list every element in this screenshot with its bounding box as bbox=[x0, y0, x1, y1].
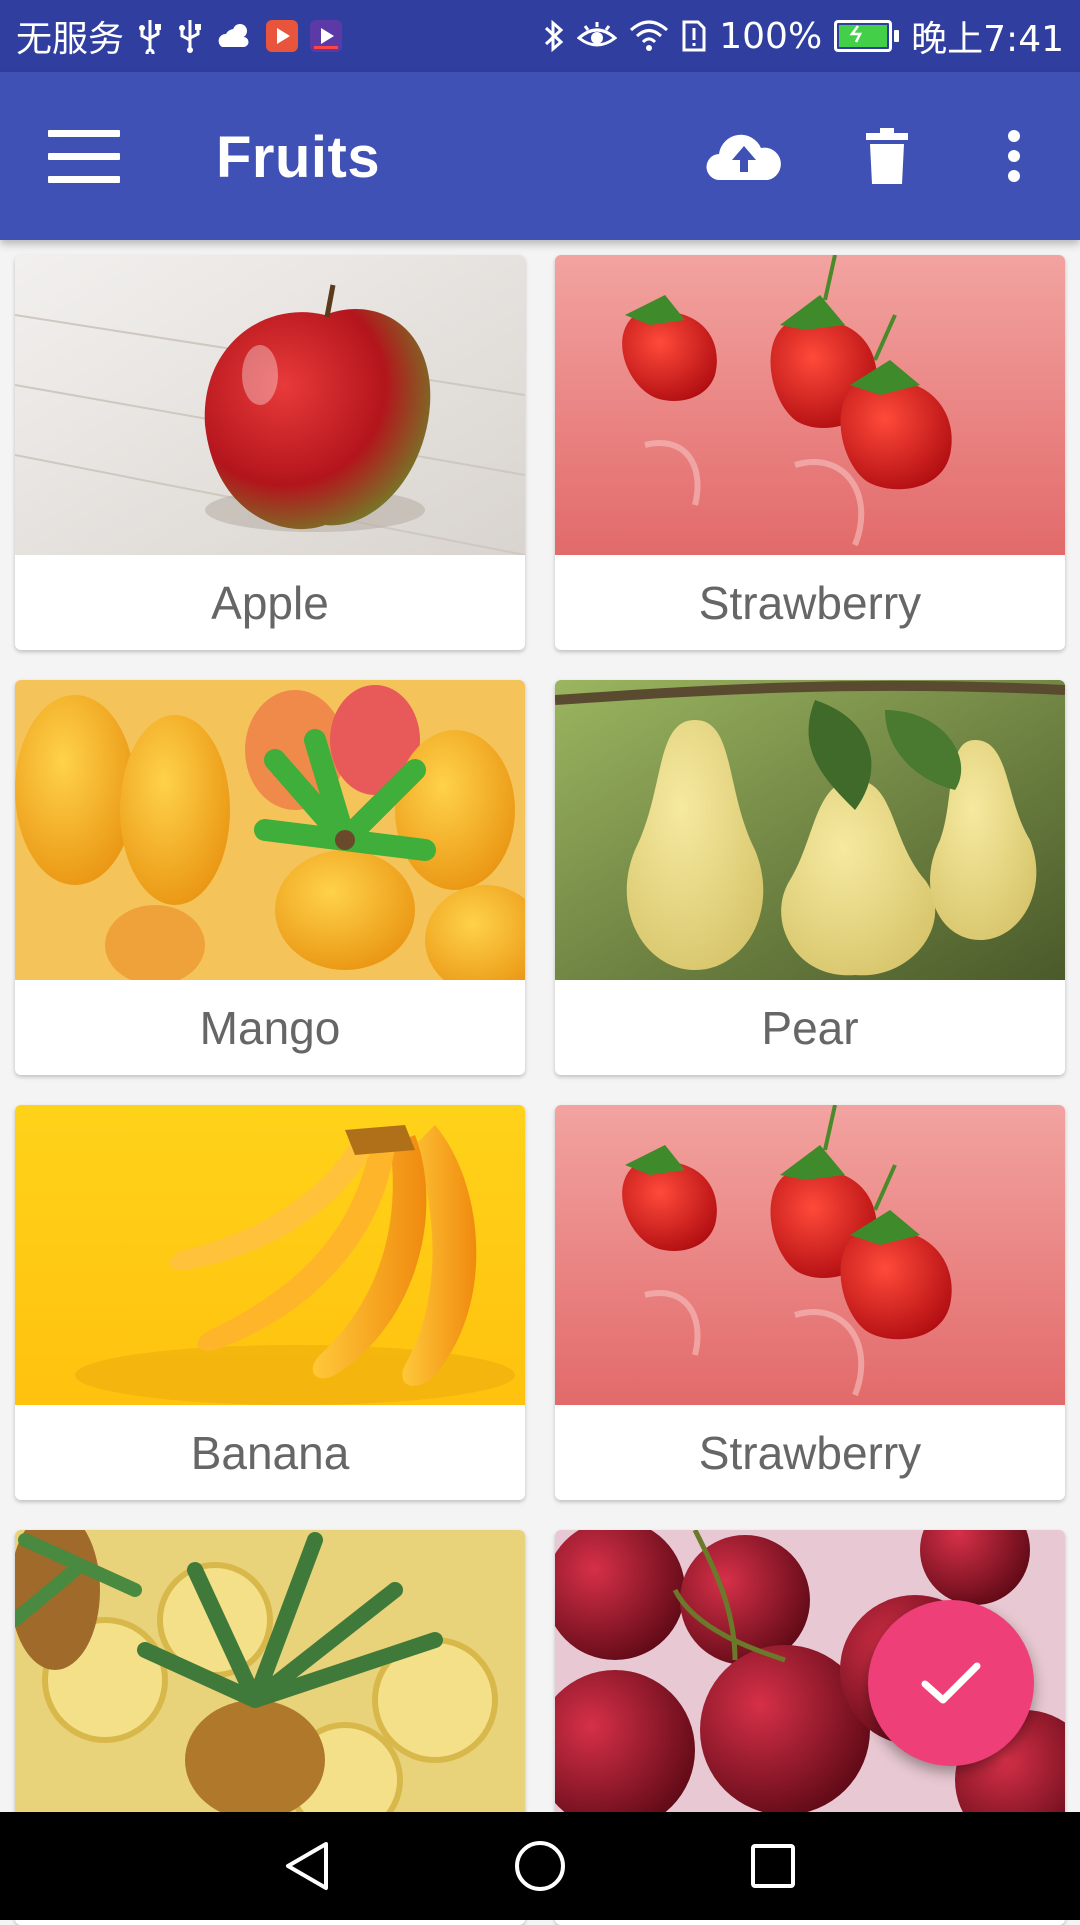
fruit-card-mango[interactable]: Mango bbox=[15, 680, 525, 1075]
weather-icon bbox=[216, 21, 254, 51]
status-bar-right: 100% 晚上7:41 bbox=[543, 10, 1064, 62]
usb-icon bbox=[176, 18, 204, 54]
bluetooth-icon bbox=[543, 18, 565, 54]
pineapple-image bbox=[15, 1530, 525, 1830]
page-title: Fruits bbox=[216, 125, 381, 190]
cloud-upload-icon[interactable] bbox=[700, 116, 788, 196]
check-icon bbox=[921, 1662, 981, 1704]
mango-image bbox=[15, 680, 525, 980]
fruit-label: Apple bbox=[211, 576, 329, 629]
usb-icon bbox=[136, 18, 164, 54]
menu-icon[interactable] bbox=[48, 130, 120, 183]
fruit-label: Mango bbox=[199, 1001, 341, 1054]
recents-icon[interactable] bbox=[738, 1831, 808, 1901]
banana-image bbox=[15, 1105, 525, 1405]
sim-error-icon bbox=[681, 19, 707, 53]
strawberry-image bbox=[555, 1105, 1065, 1405]
delete-icon[interactable] bbox=[860, 116, 914, 196]
app-bar: Fruits bbox=[0, 72, 1080, 240]
status-bar-left: 无服务 bbox=[16, 10, 343, 62]
apple-image bbox=[15, 255, 525, 555]
media-app-icon bbox=[310, 20, 343, 52]
status-bar: 无服务 100% 晚上7:41 bbox=[0, 0, 1080, 72]
battery-charging-icon bbox=[834, 20, 900, 52]
wifi-icon bbox=[629, 20, 669, 52]
strawberry-image bbox=[555, 255, 1065, 555]
battery-percent: 100% bbox=[719, 15, 823, 57]
clock-time: 晚上7:41 bbox=[911, 19, 1064, 60]
fruit-label: Strawberry bbox=[698, 576, 922, 629]
fruit-card-strawberry[interactable]: Strawberry bbox=[555, 1105, 1065, 1500]
back-icon[interactable] bbox=[272, 1831, 342, 1901]
fruit-card-apple[interactable]: Apple bbox=[15, 255, 525, 650]
pear-image bbox=[555, 680, 1065, 980]
navigation-bar bbox=[0, 1812, 1080, 1920]
eye-comfort-icon bbox=[577, 20, 618, 52]
video-app-icon bbox=[266, 20, 299, 52]
fruit-label: Banana bbox=[190, 1426, 350, 1479]
more-vert-icon[interactable] bbox=[990, 116, 1038, 196]
carrier-text: 无服务 bbox=[16, 19, 125, 60]
home-icon[interactable] bbox=[505, 1831, 575, 1901]
fruit-card-banana[interactable]: Banana bbox=[15, 1105, 525, 1500]
confirm-fab[interactable] bbox=[868, 1600, 1034, 1766]
fruit-label: Pear bbox=[761, 1001, 859, 1054]
fruit-label: Strawberry bbox=[698, 1426, 922, 1479]
fruit-card-pear[interactable]: Pear bbox=[555, 680, 1065, 1075]
fruit-card-strawberry[interactable]: Strawberry bbox=[555, 255, 1065, 650]
